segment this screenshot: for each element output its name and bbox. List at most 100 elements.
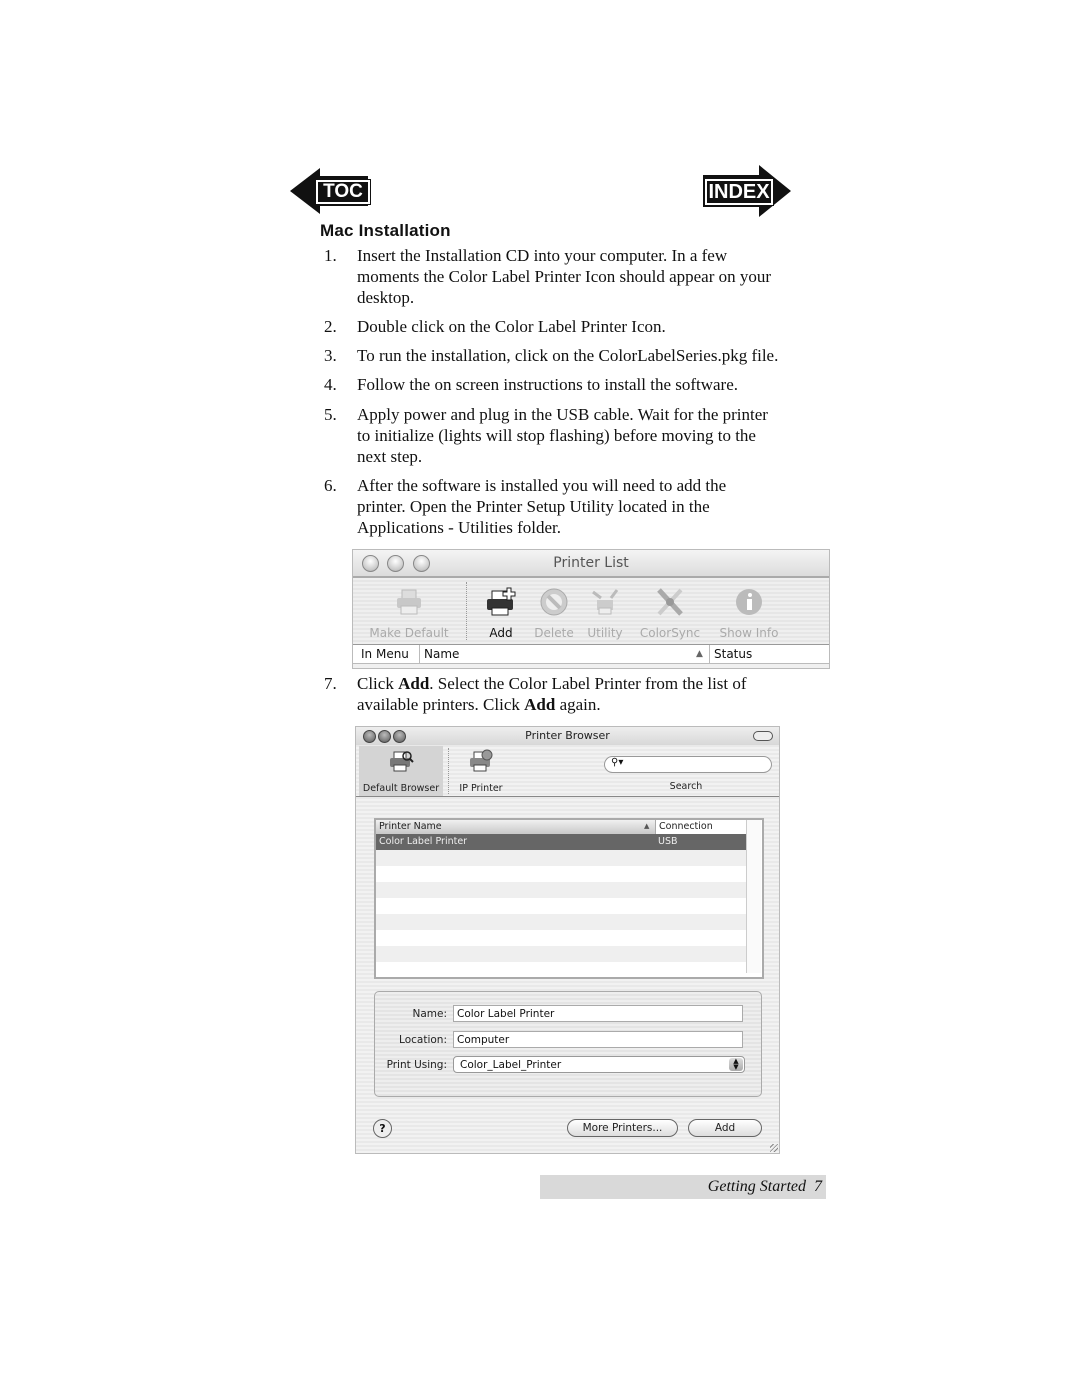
- column-printer-name[interactable]: Printer Name: [379, 821, 442, 832]
- step-text: After the software is installed you will…: [357, 476, 727, 495]
- window-title: Printer Browser: [525, 729, 610, 742]
- toolbar-label: Add: [489, 626, 513, 640]
- step-number: 2.: [324, 317, 337, 336]
- step-text: Follow the on screen instructions to ins…: [357, 375, 739, 394]
- toolbar-label: Make Default: [369, 626, 449, 640]
- text-run: . Select the Color Label Printer from th…: [429, 674, 747, 693]
- help-button[interactable]: ?: [373, 1119, 392, 1138]
- text-run: again.: [555, 695, 601, 714]
- column-connection[interactable]: Connection: [659, 821, 713, 832]
- resize-grip-icon[interactable]: [770, 1144, 778, 1152]
- step-number: 3.: [324, 346, 337, 365]
- search-field[interactable]: ⚲▾: [604, 756, 772, 773]
- step-number: 4.: [324, 375, 337, 394]
- printer-icon: [397, 589, 421, 615]
- text-run: available printers. Click: [357, 695, 525, 714]
- default-browser-icon: [390, 751, 414, 772]
- title-bar: Printer List: [353, 550, 829, 578]
- step-text: next step.: [357, 447, 423, 466]
- toolbar-separator: [466, 582, 467, 640]
- toolbar-label: ColorSync: [639, 626, 701, 640]
- print-using-select[interactable]: Color_Label_Printer ▲ ▼: [453, 1056, 745, 1073]
- column-status[interactable]: Status: [714, 647, 752, 661]
- utility-button[interactable]: Utility: [581, 578, 629, 644]
- step-text: available printers. Click Add again.: [357, 694, 847, 715]
- colorsync-icon: [657, 588, 683, 616]
- index-link[interactable]: INDEX: [703, 165, 793, 217]
- show-info-button[interactable]: Show Info: [711, 578, 787, 644]
- step-number: 5.: [324, 405, 337, 424]
- sort-ascending-icon: ▲: [644, 822, 650, 830]
- add-button[interactable]: Add: [477, 578, 525, 644]
- delete-button[interactable]: Delete: [529, 578, 579, 644]
- printer-details-group: Name: Color Label Printer Location: Comp…: [374, 991, 762, 1097]
- table-row[interactable]: [376, 946, 746, 962]
- more-printers-button[interactable]: More Printers...: [567, 1119, 678, 1137]
- table-row[interactable]: [376, 866, 746, 882]
- step-text: Apply power and plug in the USB cable. W…: [357, 405, 768, 424]
- printer-list-window: Printer List Make Default Add Delete Uti…: [352, 549, 830, 669]
- step-text: desktop.: [357, 288, 415, 307]
- table-header: Printer Name ▲ Connection: [376, 820, 746, 834]
- column-name[interactable]: Name: [424, 647, 459, 661]
- step-text: Double click on the Color Label Printer …: [357, 317, 666, 336]
- step-number: 6.: [324, 476, 337, 495]
- bold-text: Add: [398, 674, 430, 693]
- step-number: 1.: [324, 246, 337, 265]
- section-heading: Mac Installation: [320, 221, 451, 240]
- step-text: printer. Open the Printer Setup Utility …: [357, 497, 710, 516]
- step-text: To run the installation, click on the Co…: [357, 346, 779, 365]
- connection-cell: USB: [658, 836, 678, 847]
- toc-label: TOC: [315, 179, 371, 205]
- search-label: Search: [669, 781, 703, 792]
- step-text: moments the Color Label Printer Icon sho…: [357, 267, 772, 286]
- table-row[interactable]: [376, 930, 746, 946]
- location-label: Location:: [399, 1034, 447, 1046]
- printer-browser-window: Printer Browser Default Browser IP Print…: [355, 726, 780, 1154]
- toolbar-label: IP Printer: [459, 783, 503, 794]
- printer-table: Printer Name ▲ Connection Color Label Pr…: [374, 818, 764, 979]
- colorsync-button[interactable]: ColorSync: [635, 578, 705, 644]
- window-title: Printer List: [553, 555, 629, 571]
- toolbar: Default Browser IP Printer ⚲▾ Search: [356, 746, 779, 797]
- delete-icon: [540, 588, 568, 616]
- table-header: In Menu Name ▲ Status: [353, 645, 829, 664]
- ip-printer-button[interactable]: IP Printer: [452, 746, 510, 796]
- add-printer-icon: [487, 587, 516, 616]
- table-row[interactable]: [376, 914, 746, 930]
- step-text: Insert the Installation CD into your com…: [357, 246, 728, 265]
- toolbar-label: Show Info: [719, 626, 779, 640]
- step-text: Applications - Utilities folder.: [357, 518, 561, 537]
- print-using-label: Print Using:: [386, 1059, 447, 1071]
- footer-section: Getting Started: [707, 1178, 806, 1195]
- name-label: Name:: [412, 1008, 447, 1020]
- table-row[interactable]: Color Label Printer USB: [376, 834, 746, 850]
- title-bar: Printer Browser: [356, 727, 779, 745]
- page-footer: Getting Started 7: [540, 1175, 826, 1199]
- step-text: Click Add. Select the Color Label Printe…: [357, 673, 847, 694]
- search-icon: ⚲▾: [611, 757, 624, 768]
- scrollbar[interactable]: [746, 820, 761, 973]
- toc-link[interactable]: TOC: [290, 168, 371, 214]
- bold-text: Add: [524, 695, 556, 714]
- name-field[interactable]: Color Label Printer: [453, 1005, 743, 1022]
- step-text: to initialize (lights will stop flashing…: [357, 426, 756, 445]
- table-row[interactable]: [376, 898, 746, 914]
- table-row[interactable]: [376, 850, 746, 866]
- toolbar-label: Delete: [534, 626, 574, 640]
- default-browser-button[interactable]: Default Browser: [359, 746, 443, 796]
- ip-printer-icon: [470, 749, 493, 772]
- toolbar-toggle-button[interactable]: [753, 731, 773, 741]
- column-in-menu[interactable]: In Menu: [361, 647, 409, 661]
- location-field[interactable]: Computer: [453, 1031, 743, 1048]
- select-arrows-icon: ▲ ▼: [729, 1058, 743, 1071]
- sort-ascending-icon: ▲: [696, 649, 703, 659]
- make-default-button[interactable]: Make Default: [357, 578, 461, 644]
- text-run: Click: [357, 674, 399, 693]
- info-icon: [736, 589, 762, 615]
- page-number: 7: [814, 1178, 822, 1195]
- step-number: 7.: [324, 674, 337, 693]
- table-row[interactable]: [376, 882, 746, 898]
- add-button[interactable]: Add: [688, 1119, 762, 1137]
- utility-icon: [592, 589, 619, 615]
